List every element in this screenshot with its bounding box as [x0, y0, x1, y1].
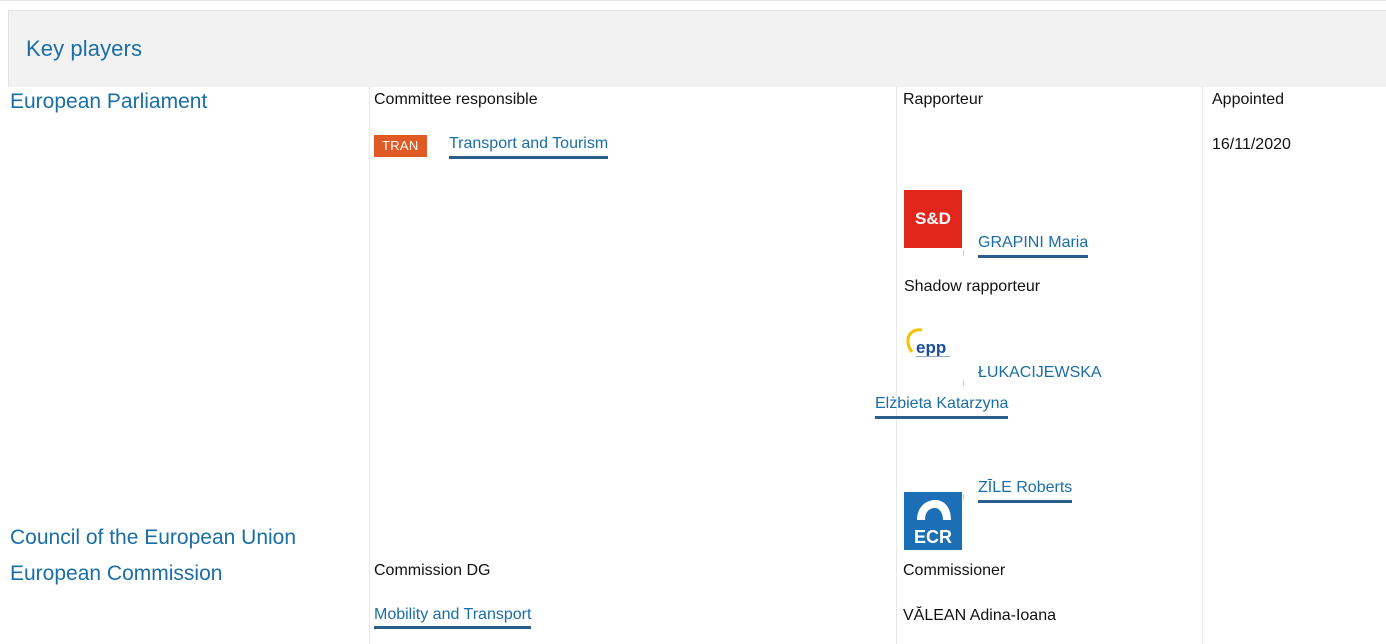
column-divider [1202, 87, 1203, 644]
shadow-rapporteur-label: Shadow rapporteur [904, 278, 1041, 295]
logo-divider [963, 250, 964, 256]
svg-text:epp: epp [916, 338, 946, 357]
appointed-date: 16/11/2020 [1212, 136, 1291, 153]
epp-logo-icon: epp [906, 328, 950, 357]
institution-european-parliament: European Parliament [10, 90, 208, 113]
rapporteur-label: Rapporteur [903, 91, 984, 108]
commissioner-name: VĂLEAN Adina-Ioana [903, 607, 1056, 624]
epp-group-logo: epp [902, 322, 964, 378]
shadow-rapporteur-link-line1[interactable]: ŁUKACIJEWSKA [978, 363, 1102, 383]
institution-council: Council of the European Union [10, 526, 297, 549]
ecr-lion-icon [917, 500, 951, 520]
key-players-header: Key players [8, 10, 1386, 87]
appointed-label: Appointed [1212, 91, 1285, 108]
committee-tag: TRAN [374, 135, 427, 157]
section-title: Key players [26, 36, 143, 61]
committee-responsible-label: Committee responsible [374, 91, 538, 108]
logo-divider [963, 380, 964, 386]
institution-european-commission: European Commission [10, 562, 223, 585]
rapporteur-link[interactable]: GRAPINI Maria [978, 233, 1089, 258]
ecr-logo-text: ECR [913, 527, 952, 547]
commissioner-label: Commissioner [903, 562, 1006, 579]
commission-dg-link[interactable]: Mobility and Transport [374, 605, 532, 629]
ecr-group-logo: ECR [904, 492, 962, 550]
commission-dg-label: Commission DG [374, 562, 491, 579]
shadow-rapporteur-link[interactable]: ZĪLE Roberts [978, 478, 1073, 503]
column-divider [896, 87, 897, 644]
shadow-rapporteur-link-line2[interactable]: Elżbieta Katarzyna [875, 394, 1009, 419]
sd-group-logo: S&D [904, 190, 962, 248]
sd-logo-text: S&D [915, 209, 951, 228]
logo-divider [963, 494, 964, 500]
column-divider [369, 87, 370, 644]
top-border [0, 0, 1386, 1]
committee-link[interactable]: Transport and Tourism [449, 134, 609, 159]
